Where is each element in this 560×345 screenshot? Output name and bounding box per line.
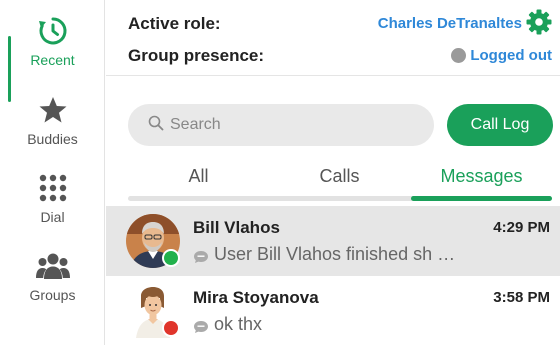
sidebar-item-buddies[interactable]: Buddies: [0, 87, 105, 159]
active-role-link[interactable]: Charles DeTranaltes: [378, 15, 522, 32]
chat-bubble-icon: [193, 248, 209, 263]
contact-name: Mira Stoyanova: [193, 288, 319, 307]
online-status-icon: [162, 249, 180, 267]
star-icon: [36, 93, 70, 127]
sidebar-nav: Recent Buddies Dial Groups: [0, 0, 105, 345]
message-preview: ok thx: [193, 314, 262, 335]
call-log-button[interactable]: Call Log: [447, 104, 553, 146]
search-input[interactable]: [170, 116, 410, 134]
group-presence-label: Group presence:: [128, 46, 265, 65]
active-role-label: Active role:: [128, 14, 221, 33]
preview-text: ok thx: [214, 314, 263, 334]
sidebar-item-label: Groups: [29, 287, 76, 303]
search-box[interactable]: [128, 104, 434, 146]
sidebar-item-label: Recent: [30, 52, 75, 68]
presence-value: Logged out: [470, 47, 552, 64]
sidebar-item-label: Dial: [40, 209, 65, 225]
sidebar-item-label: Buddies: [27, 131, 78, 147]
filter-tabs: All Calls Messages: [128, 166, 552, 202]
history-icon: [36, 14, 70, 48]
sidebar-item-groups[interactable]: Groups: [0, 243, 105, 315]
sidebar-item-recent[interactable]: Recent: [0, 8, 105, 80]
tab-calls[interactable]: Calls: [269, 166, 410, 187]
presence-dot-icon: [451, 48, 467, 63]
search-icon: [148, 115, 164, 136]
list-item[interactable]: Bill Vlahos 4:29 PM User Bill Vlahos fin…: [106, 206, 560, 276]
presence-status[interactable]: Logged out: [451, 47, 552, 64]
tab-messages[interactable]: Messages: [411, 166, 552, 187]
busy-status-icon: [162, 319, 180, 337]
groups-icon: [35, 249, 70, 283]
contact-name: Bill Vlahos: [193, 218, 280, 237]
message-time: 3:58 PM: [493, 289, 550, 306]
chat-bubble-icon: [193, 318, 209, 333]
tab-active-indicator: [411, 196, 552, 201]
gear-icon[interactable]: [526, 9, 552, 35]
header-panel: Active role: Charles DeTranaltes Group p…: [106, 0, 560, 76]
list-item[interactable]: Mira Stoyanova 3:58 PM ok thx: [106, 276, 560, 345]
message-preview: User Bill Vlahos finished sh …: [193, 244, 455, 265]
dialpad-icon: [36, 171, 70, 205]
sidebar-item-dial[interactable]: Dial: [0, 165, 105, 237]
message-time: 4:29 PM: [493, 219, 550, 236]
tab-all[interactable]: All: [128, 166, 269, 187]
preview-text: User Bill Vlahos finished sh …: [214, 244, 456, 264]
